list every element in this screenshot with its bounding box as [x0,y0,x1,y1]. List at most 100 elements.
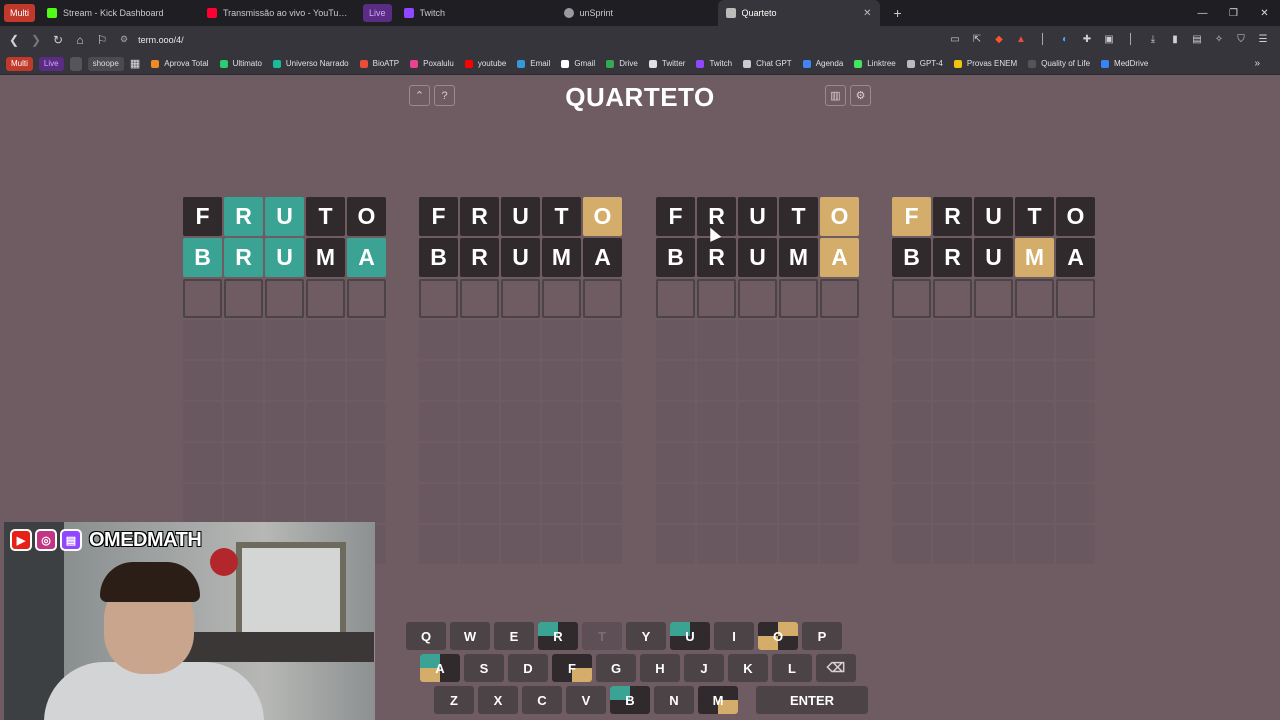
stats-icon[interactable]: ▥ [825,85,846,106]
vpn-icon[interactable]: ⛉ [1230,29,1252,49]
bookmark-icon[interactable]: ⚐ [92,30,112,50]
key-h[interactable]: H [640,654,680,682]
close-tab-icon[interactable]: ✕ [863,8,871,19]
key-n[interactable]: N [654,686,694,714]
bookmark-blank[interactable] [69,56,82,71]
multi-pill[interactable]: Multi [4,4,36,22]
download-icon[interactable]: ⤓ [1142,29,1164,49]
empty-tile [583,484,622,523]
empty-tile [460,484,499,523]
bookmarks-bar: Multi Live shoope ▦ Aprova Total Ultimato… [0,53,1280,75]
bookmark-item[interactable]: Agenda [802,59,843,68]
tab-kick-dashboard[interactable]: Stream - Kick Dashboard [39,0,199,26]
key-v[interactable]: V [566,686,606,714]
bookmark-item[interactable]: Gmail [561,59,595,68]
reload-icon[interactable]: ↻ [48,30,68,50]
brave-shield-icon[interactable]: ◆ [988,29,1010,49]
key-s[interactable]: S [464,654,504,682]
bookmark-item[interactable]: BioATP [359,59,399,68]
key-r[interactable]: R [538,622,578,650]
home-icon[interactable]: ⌂ [70,30,90,50]
cast-icon[interactable]: ▭ [944,29,966,49]
key-q[interactable]: Q [406,622,446,650]
bookmark-item[interactable]: Provas ENEM [953,59,1017,68]
key-j[interactable]: J [684,654,724,682]
new-tab-button[interactable]: + [894,5,902,21]
restore-icon[interactable]: ❐ [1218,8,1249,19]
share-icon[interactable]: ⇱ [966,29,988,49]
bookmark-live[interactable]: Live [38,56,64,71]
bookmark-item[interactable]: Chat GPT [743,59,792,68]
key-e[interactable]: E [494,622,534,650]
enter-key[interactable]: ENTER [756,686,868,714]
help-icon[interactable]: ? [434,85,455,106]
bookmark-item[interactable]: Linktree [854,59,896,68]
key-c[interactable]: C [522,686,562,714]
bookmark-item[interactable]: Email [517,59,550,68]
empty-tile [583,361,622,400]
tab-twitch[interactable]: Twitch [396,0,556,26]
bookmark-item[interactable]: Quality of Life [1028,59,1090,68]
key-a[interactable]: A [420,654,460,682]
back-icon[interactable]: ❮ [4,30,24,50]
more-bookmarks-icon[interactable]: » [1254,58,1260,69]
key-b[interactable]: B [610,686,650,714]
wallet-icon[interactable]: ▤ [1186,29,1208,49]
bookmark-multi[interactable]: Multi [6,56,33,71]
key-i[interactable]: I [714,622,754,650]
bookmark-item[interactable]: Aprova Total [151,59,209,68]
backspace-key[interactable]: ⌫ [816,654,856,682]
expand-icon[interactable]: ⌃ [409,85,430,106]
empty-tile [265,361,304,400]
empty-tile [419,361,458,400]
bookmark-item[interactable]: Twitter [648,59,685,68]
live-pill[interactable]: Live [363,4,392,22]
bookmark-item[interactable]: Ultimato [219,59,262,68]
key-z[interactable]: Z [434,686,474,714]
settings-icon[interactable]: ⚙ [850,85,871,106]
empty-tile [697,361,736,400]
bookmark-item[interactable]: Poxalulu [410,59,454,68]
key-g[interactable]: G [596,654,636,682]
bookmark-item[interactable]: MedDrive [1101,59,1148,68]
key-p[interactable]: P [802,622,842,650]
screenshot-icon[interactable]: ▣ [1098,29,1120,49]
apps-grid-icon[interactable]: ▦ [130,57,140,70]
key-d[interactable]: D [508,654,548,682]
key-x[interactable]: X [478,686,518,714]
key-m[interactable]: M [698,686,738,714]
key-k[interactable]: K [728,654,768,682]
bookmark-label: Drive [619,59,638,68]
key-label: K [743,660,753,676]
key-y[interactable]: Y [626,622,666,650]
bookmark-item[interactable]: Universo Narrado [272,59,349,68]
bookmark-item[interactable]: GPT-4 [906,59,943,68]
address-bar[interactable]: ⚙ term.ooo/4/ [120,30,184,50]
tab-youtube-studio[interactable]: Transmissão ao vivo - YouTube Studio [199,0,359,26]
key-o[interactable]: O [758,622,798,650]
sidebar-icon[interactable]: ▮ [1164,29,1186,49]
minimize-icon[interactable]: — [1187,8,1218,19]
rewards-icon[interactable]: ▲ [1010,29,1032,49]
key-l[interactable]: L [772,654,812,682]
menu-icon[interactable]: ☰ [1252,29,1274,49]
speech-icon[interactable]: ◐ [1054,29,1076,49]
extensions-icon[interactable]: ✚ [1076,29,1098,49]
leo-icon[interactable]: ✧ [1208,29,1230,49]
bookmark-item[interactable]: youtube [464,59,506,68]
key-u[interactable]: U [670,622,710,650]
letter-tile: T [542,197,581,236]
webcam-desk [174,632,374,662]
bookmark-item[interactable]: Twitch [696,59,732,68]
tab-quarteto[interactable]: Quarteto ✕ [717,0,880,26]
key-t[interactable]: T [582,622,622,650]
key-f[interactable]: F [552,654,592,682]
letter-tile: R [933,197,972,236]
forward-icon[interactable]: ❯ [26,30,46,50]
site-info-icon[interactable]: ⚙ [120,34,128,45]
close-window-icon[interactable]: ✕ [1249,8,1280,19]
key-w[interactable]: W [450,622,490,650]
tab-unsprint[interactable]: unSprint [556,0,718,26]
bookmark-item[interactable]: Drive [606,59,638,68]
bookmark-shoope[interactable]: shoope [87,56,124,71]
